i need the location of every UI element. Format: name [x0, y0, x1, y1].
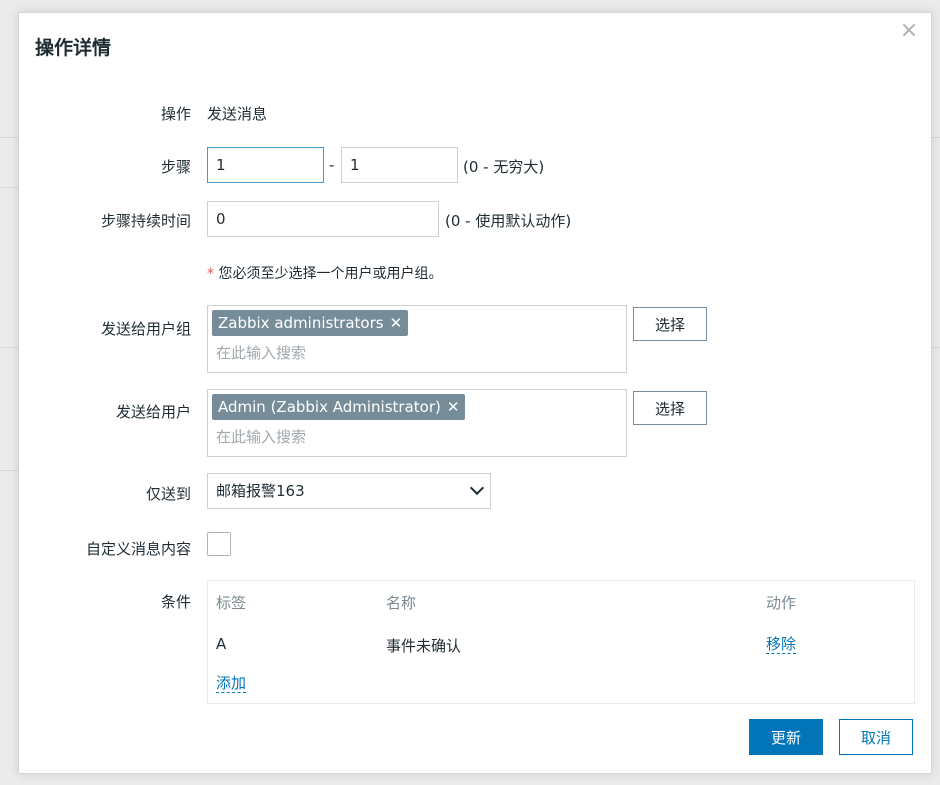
remove-tag-icon[interactable]: ✕	[390, 314, 403, 332]
user-tag-label: Admin (Zabbix Administrator)	[218, 398, 441, 416]
update-button[interactable]: 更新	[749, 719, 823, 755]
users-search-input[interactable]	[212, 425, 620, 449]
background-divider	[0, 347, 18, 348]
user-group-tag-label: Zabbix administrators	[218, 314, 384, 332]
send-only-to-value: 邮箱报警163	[216, 482, 305, 500]
select-users-button[interactable]: 选择	[633, 391, 707, 425]
add-condition-link[interactable]: 添加	[216, 674, 247, 693]
requirement-text: 您必须至少选择一个用户或用户组。	[218, 266, 443, 282]
close-icon[interactable]: ×	[899, 20, 919, 42]
chevron-down-icon	[469, 480, 485, 496]
steps-separator: -	[329, 156, 335, 174]
steps-to-input[interactable]	[341, 147, 458, 183]
conditions-header-action: 动作	[766, 594, 797, 612]
steps-label: 步骤	[160, 158, 191, 176]
conditions-header-label: 标签	[216, 594, 247, 612]
users-multiselect[interactable]: Admin (Zabbix Administrator) ✕	[207, 389, 627, 457]
conditions-header-name: 名称	[386, 594, 417, 612]
required-asterisk: *	[207, 266, 214, 282]
select-user-groups-button[interactable]: 选择	[633, 307, 707, 341]
dialog-title: 操作详情	[35, 37, 112, 59]
operation-details-dialog: 操作详情 × 操作 发送消息 步骤 - (0 - 无穷大) 步骤持续时间 (0 …	[18, 12, 932, 774]
step-duration-input[interactable]	[207, 201, 439, 237]
send-only-to-select[interactable]: 邮箱报警163	[207, 473, 491, 509]
steps-hint: (0 - 无穷大)	[463, 158, 545, 176]
requirement-note: * 您必须至少选择一个用户或用户组。	[207, 263, 442, 283]
conditions-label: 条件	[160, 593, 191, 611]
send-only-to-label: 仅送到	[145, 485, 191, 503]
custom-message-checkbox[interactable]	[207, 532, 231, 556]
background-divider	[0, 137, 18, 138]
background-divider	[0, 187, 18, 188]
user-groups-search-input[interactable]	[212, 341, 620, 365]
step-duration-hint: (0 - 使用默认动作)	[445, 212, 572, 230]
operation-label: 操作	[160, 105, 191, 123]
remove-condition-link[interactable]: 移除	[766, 635, 797, 654]
custom-message-label: 自定义消息内容	[85, 540, 191, 558]
user-group-tag: Zabbix administrators ✕	[212, 310, 409, 336]
send-to-groups-label: 发送给用户组	[100, 320, 191, 338]
step-duration-label: 步骤持续时间	[100, 212, 191, 230]
remove-tag-icon[interactable]: ✕	[447, 398, 460, 416]
condition-row-name: 事件未确认	[386, 637, 462, 655]
condition-row-label: A	[216, 635, 227, 653]
background-divider	[0, 470, 18, 471]
steps-from-input[interactable]	[207, 147, 324, 183]
cancel-button[interactable]: 取消	[839, 719, 913, 755]
conditions-table: 标签 名称 动作 A 事件未确认 移除 添加	[207, 580, 915, 704]
operation-value: 发送消息	[207, 105, 268, 123]
user-tag: Admin (Zabbix Administrator) ✕	[212, 394, 466, 420]
user-groups-multiselect[interactable]: Zabbix administrators ✕	[207, 305, 627, 373]
send-to-users-label: 发送给用户	[115, 403, 191, 421]
